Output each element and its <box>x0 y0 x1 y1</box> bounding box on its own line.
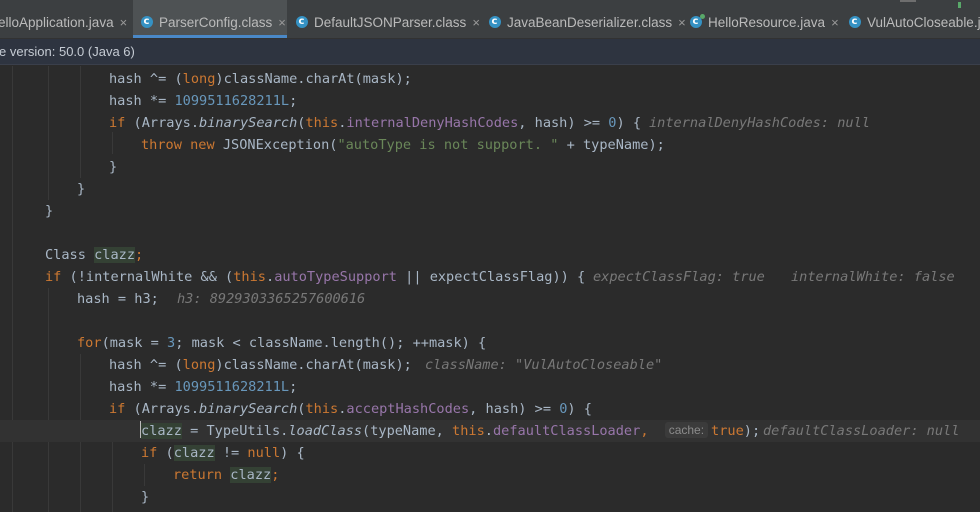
code-line: return clazz; <box>173 467 280 483</box>
parameter-hint: cache: <box>664 422 709 438</box>
tab-default-json-parser[interactable]: DefaultJSONParser.class × <box>288 0 480 38</box>
tab-label: elloApplication.java <box>0 15 114 30</box>
inline-debug-hint: h3: 8929303365257600616 <box>177 291 366 307</box>
code-line: if (clazz != null) { <box>141 445 305 461</box>
bytecode-version-banner: e version: 50.0 (Java 6) <box>0 39 980 65</box>
editor-tab-bar: elloApplication.java × ParserConfig.class… <box>0 0 980 39</box>
tab-label: VulAutoCloseable.ja <box>867 15 980 30</box>
class-icon <box>849 13 861 31</box>
close-icon[interactable]: × <box>120 14 128 32</box>
tab-label: DefaultJSONParser.class <box>314 15 467 30</box>
inline-debug-hint: internalDenyHashCodes: null <box>649 115 870 131</box>
code-line: hash ^= (long)className.charAt(mask); cla… <box>0 354 980 376</box>
code-line: hash ^= (long)className.charAt(mask); <box>109 71 412 87</box>
inline-debug-hint: expectClassFlag: true <box>593 269 765 285</box>
class-icon <box>141 13 153 31</box>
code-line: Class clazz; <box>45 247 144 263</box>
tab-label: JavaBeanDeserializer.class <box>507 15 673 30</box>
code-line: hash *= 1099511628211L; <box>109 379 298 395</box>
close-icon[interactable]: × <box>278 14 286 32</box>
close-icon[interactable]: × <box>831 14 839 32</box>
inline-debug-hint: internalWhite: false <box>791 269 955 285</box>
code-line: if (Arrays.binarySearch(this.internalDen… <box>0 112 980 134</box>
code-line: throw new JSONException("autoType is not… <box>141 137 665 153</box>
inline-debug-hint: className: "VulAutoCloseable" <box>425 357 663 373</box>
code-editor[interactable]: hash ^= (long)className.charAt(mask); ha… <box>0 66 980 512</box>
code-line: if (Arrays.binarySearch(this.acceptHashC… <box>109 401 592 417</box>
tab-parser-config[interactable]: ParserConfig.class × <box>133 0 287 38</box>
tab-vul-auto-closeable[interactable]: VulAutoCloseable.ja <box>842 0 980 38</box>
class-icon <box>296 13 308 31</box>
code-line: if (!internalWhite && (this.autoTypeSupp… <box>0 266 980 288</box>
code-line: } <box>77 181 86 197</box>
inline-debug-hint: defaultClassLoader: null <box>763 423 960 439</box>
code-line: hash *= 1099511628211L; <box>109 93 298 109</box>
code-line: } <box>141 489 150 505</box>
close-icon[interactable]: × <box>472 14 480 32</box>
tab-hello-application[interactable]: elloApplication.java × <box>0 0 130 38</box>
class-icon <box>690 13 705 31</box>
tab-label: ParserConfig.class <box>159 15 273 30</box>
code-line: } <box>109 159 118 175</box>
code-line: } <box>45 203 54 219</box>
tab-hello-resource[interactable]: HelloResource.java × <box>684 0 842 38</box>
code-line: for(mask = 3; mask < className.length();… <box>77 335 487 351</box>
current-code-line: clazz = TypeUtils.loadClass(typeName, th… <box>0 420 980 442</box>
tab-java-bean-deserializer[interactable]: JavaBeanDeserializer.class× <box>480 0 686 38</box>
class-icon <box>489 13 501 31</box>
banner-text: e version: 50.0 (Java 6) <box>0 44 135 59</box>
tab-label: HelloResource.java <box>708 15 826 30</box>
code-line: hash = h3; h3: 8929303365257600616 <box>0 288 980 310</box>
